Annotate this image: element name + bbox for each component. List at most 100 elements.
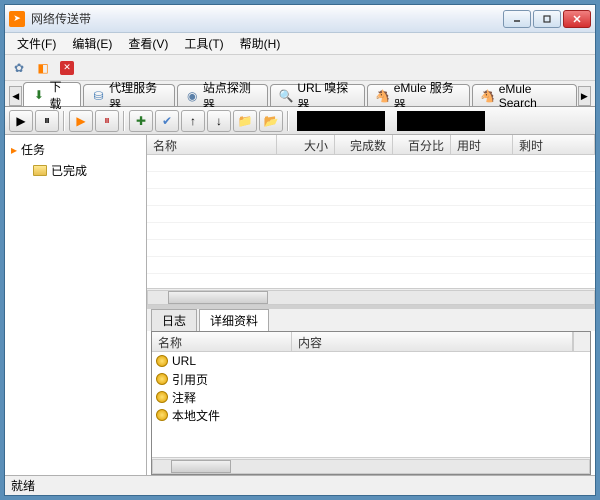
col-done-count[interactable]: 完成数 xyxy=(335,135,393,154)
bullet-icon xyxy=(156,409,168,421)
pause-all-button[interactable]: ⏸ xyxy=(95,110,119,132)
status-display xyxy=(297,111,385,131)
titlebar: 网络传送带 xyxy=(5,5,595,33)
minimize-button[interactable] xyxy=(503,10,531,28)
lower-tabbar: 日志 详细资料 xyxy=(147,309,595,331)
statusbar: 就绪 xyxy=(5,475,595,495)
bullet-icon xyxy=(156,373,168,385)
globe-icon: ◉ xyxy=(186,89,199,103)
confirm-button[interactable]: ✔ xyxy=(155,110,179,132)
tree-root[interactable]: ▸ 任务 xyxy=(9,139,142,160)
content-area: ▸ 任务 已完成 名称 大小 完成数 百分比 用时 剩时 xyxy=(5,135,595,475)
col-size[interactable]: 大小 xyxy=(277,135,335,154)
scroll-thumb[interactable] xyxy=(168,291,268,304)
separator xyxy=(287,111,289,131)
table-row xyxy=(147,274,595,288)
menu-file[interactable]: 文件(F) xyxy=(11,33,62,54)
tree-completed[interactable]: 已完成 xyxy=(31,160,142,181)
tab-scroll-left[interactable]: ◀ xyxy=(9,86,22,106)
tab-download[interactable]: ⬇ 下载 xyxy=(23,82,81,106)
table-row xyxy=(147,223,595,240)
browse-button[interactable]: 📂 xyxy=(259,110,283,132)
tree-label: 任务 xyxy=(21,141,45,158)
tab-log[interactable]: 日志 xyxy=(151,309,197,331)
table-row xyxy=(147,257,595,274)
emule-icon: 🐴 xyxy=(376,89,390,103)
tab-detail[interactable]: 详细资料 xyxy=(199,309,269,331)
status-text: 就绪 xyxy=(11,477,35,494)
item-label: 注释 xyxy=(172,389,196,406)
pause-button[interactable]: ⏸ xyxy=(35,110,59,132)
options-icon[interactable]: ◧ xyxy=(33,58,53,78)
add-button[interactable]: ✚ xyxy=(129,110,153,132)
detail-grid: 名称 内容 URL 引用页 注释 本地文件 xyxy=(151,331,591,475)
col-percent[interactable]: 百分比 xyxy=(393,135,451,154)
icon-toolbar: ✿ ◧ ✕ xyxy=(5,55,595,81)
list-item[interactable]: 注释 xyxy=(152,388,590,406)
h-scrollbar[interactable] xyxy=(147,288,595,305)
h-scrollbar[interactable] xyxy=(152,457,590,474)
window-title: 网络传送带 xyxy=(31,10,503,27)
settings-icon[interactable]: ✿ xyxy=(9,58,29,78)
main-panel: 名称 大小 完成数 百分比 用时 剩时 xyxy=(147,135,595,475)
tab-scroll-right[interactable]: ▶ xyxy=(578,86,591,106)
tab-site-detector[interactable]: ◉ 站点探测器 xyxy=(177,84,269,106)
lower-panel: 日志 详细资料 名称 内容 URL 引用页 注释 本地文件 xyxy=(147,305,595,475)
menu-help[interactable]: 帮助(H) xyxy=(234,33,287,54)
item-label: 引用页 xyxy=(172,371,208,388)
table-row xyxy=(147,189,595,206)
tab-emule-server[interactable]: 🐴 eMule 服务器 xyxy=(367,84,470,106)
separator xyxy=(63,111,65,131)
bullet-icon xyxy=(156,391,168,403)
scroll-thumb[interactable] xyxy=(171,460,231,473)
emule-icon: 🐴 xyxy=(481,89,495,103)
table-row xyxy=(147,240,595,257)
col-content[interactable]: 内容 xyxy=(292,332,573,351)
menu-view[interactable]: 查看(V) xyxy=(122,33,174,54)
download-icon: ⬇ xyxy=(32,88,45,102)
bullet-icon xyxy=(156,355,168,367)
list-item[interactable]: 本地文件 xyxy=(152,406,590,424)
action-toolbar: ▶ ⏸ ▶ ⏸ ✚ ✔ ↑ ↓ 📁 📂 xyxy=(5,107,595,135)
item-label: URL xyxy=(172,354,196,368)
table-row xyxy=(147,206,595,223)
item-label: 本地文件 xyxy=(172,407,220,424)
delete-icon[interactable]: ✕ xyxy=(57,58,77,78)
play-all-button[interactable]: ▶ xyxy=(69,110,93,132)
v-scrollbar[interactable] xyxy=(573,332,590,351)
tab-label: eMule Search xyxy=(499,82,568,110)
search-icon: 🔍 xyxy=(279,89,293,103)
grid-header: 名称 大小 完成数 百分比 用时 剩时 xyxy=(147,135,595,155)
separator xyxy=(123,111,125,131)
maximize-button[interactable] xyxy=(533,10,561,28)
scroll-track[interactable] xyxy=(147,290,595,305)
arrow-icon: ▸ xyxy=(11,143,17,157)
play-button[interactable]: ▶ xyxy=(9,110,33,132)
task-tree[interactable]: ▸ 任务 已完成 xyxy=(5,135,146,475)
menu-edit[interactable]: 编辑(E) xyxy=(66,33,118,54)
move-up-button[interactable]: ↑ xyxy=(181,110,205,132)
close-button[interactable] xyxy=(563,10,591,28)
tab-proxy[interactable]: ⛁ 代理服务器 xyxy=(83,84,175,106)
list-item[interactable]: 引用页 xyxy=(152,370,590,388)
folder-icon xyxy=(33,165,47,176)
col-time[interactable]: 用时 xyxy=(451,135,513,154)
col-remain[interactable]: 剩时 xyxy=(513,135,595,154)
tab-url-sniffer[interactable]: 🔍 URL 嗅探器 xyxy=(270,84,364,106)
tabbar: ◀ ⬇ 下载 ⛁ 代理服务器 ◉ 站点探测器 🔍 URL 嗅探器 🐴 eMule… xyxy=(5,81,595,107)
grid-body[interactable] xyxy=(147,155,595,288)
table-row xyxy=(147,172,595,189)
tab-label: 下载 xyxy=(49,78,72,112)
tree-label: 已完成 xyxy=(51,162,87,179)
move-down-button[interactable]: ↓ xyxy=(207,110,231,132)
tab-emule-search[interactable]: 🐴 eMule Search xyxy=(472,84,577,106)
window-controls xyxy=(503,10,591,28)
open-folder-button[interactable]: 📁 xyxy=(233,110,257,132)
col-name[interactable]: 名称 xyxy=(147,135,277,154)
detail-body[interactable]: URL 引用页 注释 本地文件 xyxy=(152,352,590,457)
scroll-track[interactable] xyxy=(152,459,590,474)
table-row xyxy=(147,155,595,172)
menu-tools[interactable]: 工具(T) xyxy=(178,33,229,54)
list-item[interactable]: URL xyxy=(152,352,590,370)
col-name[interactable]: 名称 xyxy=(152,332,292,351)
